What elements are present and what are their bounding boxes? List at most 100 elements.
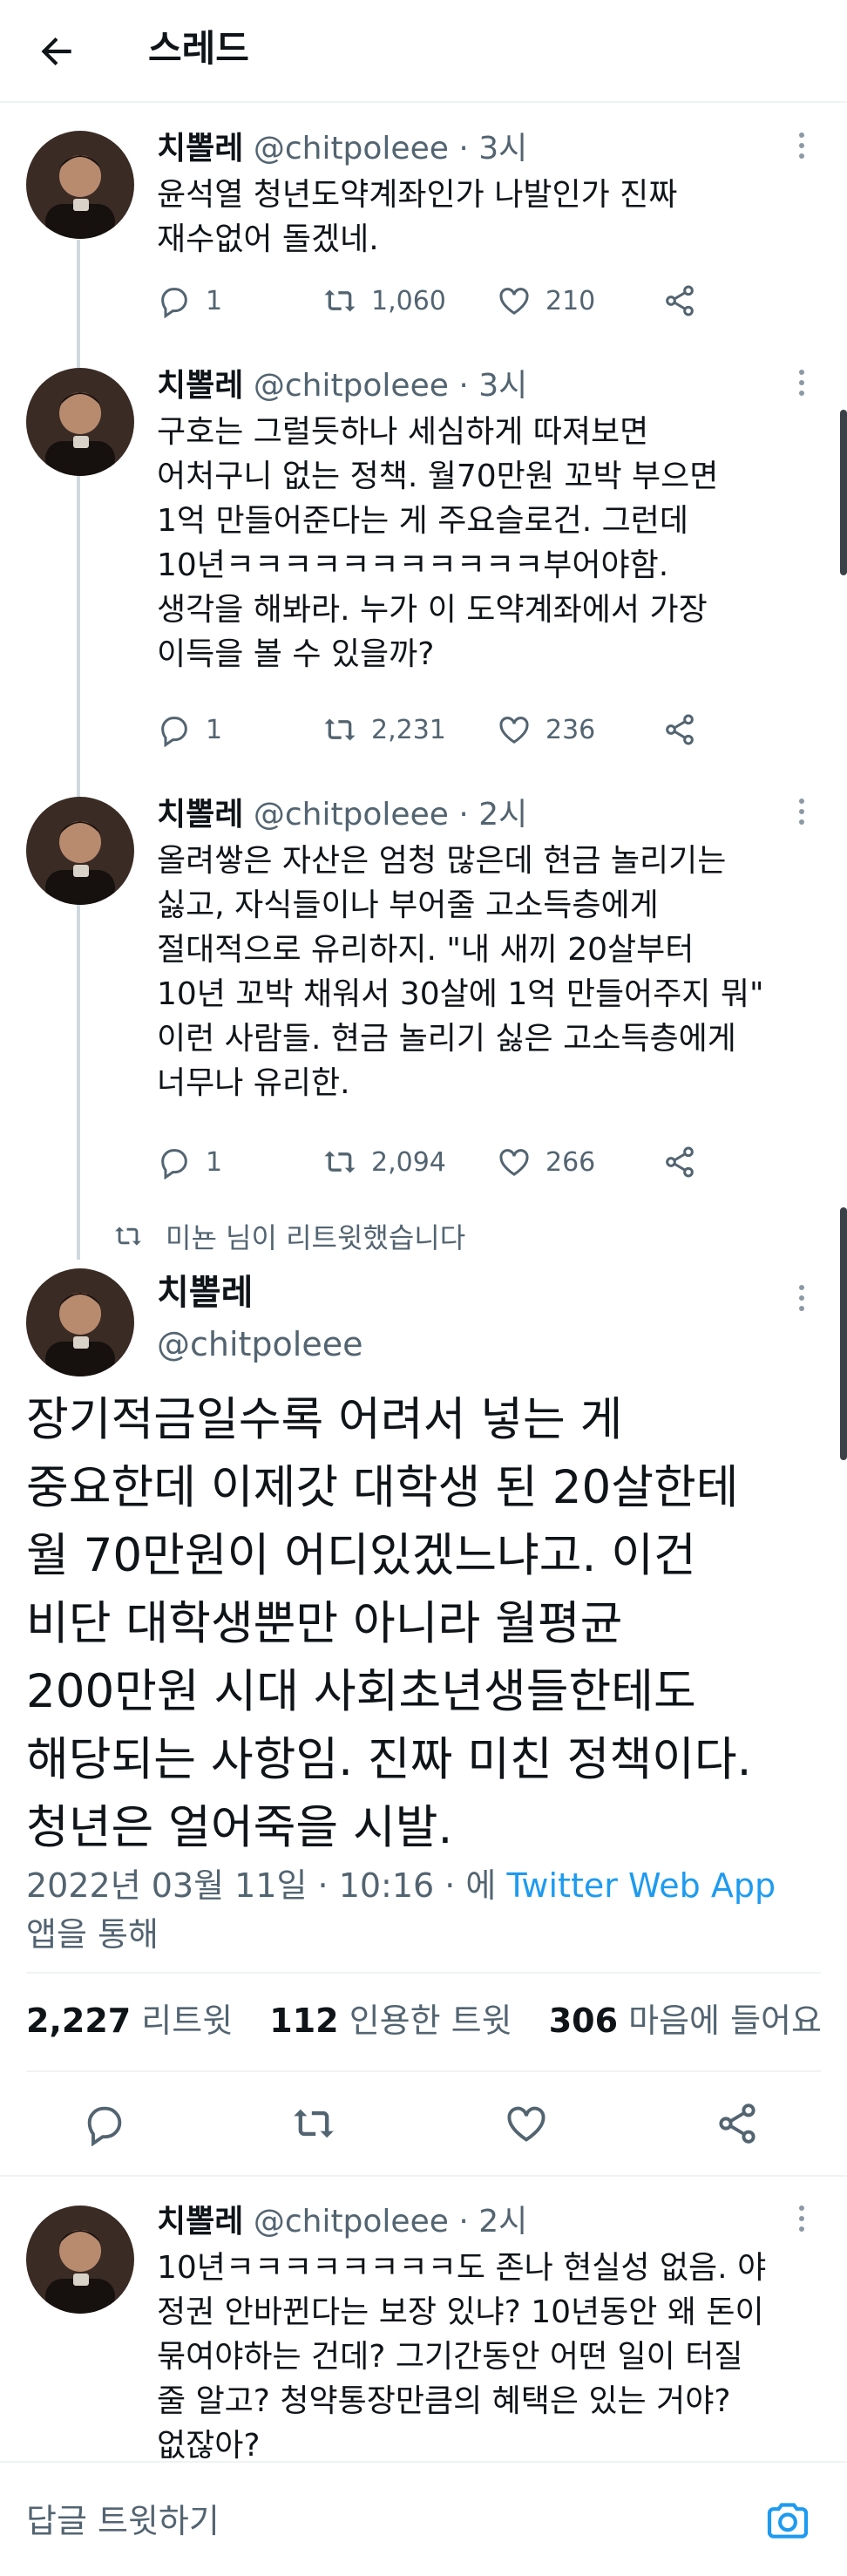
- retweeted-by-text: 미뇬 님이 리트윗했습니다: [166, 1221, 466, 1254]
- like-icon: [499, 288, 529, 315]
- tweet-time: · 3시: [458, 131, 528, 167]
- retweet-icon: [324, 1151, 356, 1173]
- more-icon[interactable]: [796, 1285, 807, 1315]
- more-icon[interactable]: [796, 2206, 807, 2235]
- like-count: 266: [545, 1146, 596, 1178]
- share-icon: [666, 714, 694, 745]
- retweet-icon: [115, 1227, 141, 1246]
- tweet-actions: 1 2,094 266: [157, 1140, 715, 1184]
- like-icon: [499, 1149, 529, 1176]
- share-icon[interactable]: [715, 2101, 760, 2146]
- like-count: 210: [545, 285, 596, 316]
- reply-button[interactable]: 1: [157, 279, 222, 323]
- tweet-header: 치뽈레 @chitpoleee · 2시: [157, 2200, 527, 2244]
- retweet-icon: [324, 718, 356, 741]
- reply-icon: [161, 717, 187, 747]
- tweet-time: · 2시: [458, 797, 528, 833]
- thread-line: [77, 240, 80, 370]
- author-handle[interactable]: @chitpoleee: [254, 131, 449, 167]
- retweet-button[interactable]: 2,094: [322, 1140, 446, 1184]
- quotes-stat[interactable]: 112 인용한 트윗: [269, 2002, 512, 2040]
- source-via: 앱을 통해: [26, 1915, 159, 1954]
- share-icon: [666, 1146, 694, 1178]
- retweet-count: 1,060: [371, 285, 446, 316]
- more-icon[interactable]: [796, 133, 807, 162]
- share-icon: [666, 285, 694, 316]
- reply-composer[interactable]: 답글 트윗하기: [0, 2461, 847, 2576]
- tweet-stats: 2,227 리트윗 112 인용한 트윗 306 마음에 들어요: [26, 1996, 822, 2045]
- like-button[interactable]: 236: [497, 708, 595, 751]
- retweet-count: 2,094: [371, 1146, 446, 1178]
- retweet-icon[interactable]: [291, 2101, 336, 2146]
- avatar[interactable]: [26, 797, 134, 905]
- retweet-icon: [324, 289, 356, 312]
- more-icon[interactable]: [796, 799, 807, 828]
- quotes-count: 112: [269, 2002, 339, 2040]
- reply-button[interactable]: 1: [157, 1140, 222, 1184]
- retweet-button[interactable]: 1,060: [322, 279, 446, 323]
- tweet-header: 치뽈레 @chitpoleee · 3시: [157, 127, 527, 171]
- reply-count: 1: [206, 714, 223, 745]
- more-icon[interactable]: [796, 370, 807, 399]
- scrollbar[interactable]: [840, 410, 847, 575]
- back-arrow-icon[interactable]: [35, 30, 78, 73]
- retweet-button[interactable]: 2,231: [322, 708, 446, 751]
- avatar[interactable]: [26, 131, 134, 239]
- author-handle[interactable]: @chitpoleee: [254, 797, 449, 833]
- reply-placeholder[interactable]: 답글 트윗하기: [26, 2498, 220, 2545]
- author-handle[interactable]: @chitpoleee: [254, 368, 449, 404]
- author-handle[interactable]: @chitpoleee: [254, 2204, 449, 2240]
- author-name[interactable]: 치뽈레: [157, 1268, 253, 1317]
- author-name[interactable]: 치뽈레: [157, 131, 243, 167]
- reply-icon: [161, 288, 187, 318]
- tweet-time: · 3시: [458, 368, 528, 404]
- reply-count: 1: [206, 285, 223, 316]
- author-name[interactable]: 치뽈레: [157, 2204, 243, 2240]
- tweet-text: 윤석열 청년도약계좌인가 나발인가 진짜 재수없어 돌겠네.: [157, 177, 678, 257]
- retweets-count: 2,227: [26, 2002, 132, 2040]
- top-bar: 스레드: [0, 0, 847, 103]
- divider: [26, 1972, 821, 1974]
- likes-label: 마음에 들어요: [628, 2002, 822, 2040]
- thread-line: [77, 885, 80, 1260]
- tweet-header: 치뽈레 @chitpoleee · 3시: [157, 364, 527, 408]
- tweet-meta: 2022년 03월 11일 · 10:16 · 에 Twitter Web Ap…: [26, 1861, 810, 1959]
- avatar[interactable]: [26, 368, 134, 476]
- thread-line: [77, 453, 80, 798]
- author-name[interactable]: 치뽈레: [157, 797, 243, 833]
- divider: [0, 2175, 847, 2177]
- source-app-link[interactable]: Twitter Web App: [507, 1866, 776, 1905]
- author-handle[interactable]: @chitpoleee: [157, 1321, 363, 1368]
- likes-stat[interactable]: 306 마음에 들어요: [549, 2002, 822, 2040]
- avatar[interactable]: [26, 1268, 134, 1376]
- like-icon: [499, 717, 529, 744]
- likes-count: 306: [548, 2002, 619, 2040]
- like-button[interactable]: 266: [497, 1140, 595, 1184]
- tweet-date: 2022년 03월 11일 · 10:16 · 에: [26, 1866, 497, 1905]
- divider: [26, 2070, 821, 2072]
- main-tweet-text: 장기적금일수록 어려서 넣는 게 중요한데 이제갓 대학생 된 20살한테 월 …: [26, 1393, 752, 1854]
- main-tweet-actions: [0, 2092, 847, 2153]
- tweet-text: 10년ㅋㅋㅋㅋㅋㅋㅋㅋ도 존나 현실성 없음. 야 정권 안바뀐다는 보장 있냐…: [157, 2250, 767, 2461]
- quotes-label: 인용한 트윗: [349, 2002, 512, 2040]
- tweet-text: 올려쌓은 자산은 엄청 많은데 현금 놀리기는 싫고, 자식들이나 부어줄 고소…: [157, 843, 764, 1101]
- share-button[interactable]: [662, 708, 711, 751]
- page-title: 스레드: [148, 27, 249, 70]
- retweet-count: 2,231: [371, 714, 446, 745]
- like-count: 236: [545, 714, 596, 745]
- camera-icon[interactable]: [763, 2496, 812, 2545]
- share-button[interactable]: [662, 1140, 711, 1184]
- reply-icon[interactable]: [82, 2101, 127, 2146]
- like-button[interactable]: 210: [497, 279, 595, 323]
- tweet-header: 치뽈레 @chitpoleee · 2시: [157, 793, 527, 837]
- author-name[interactable]: 치뽈레: [157, 368, 243, 404]
- avatar[interactable]: [26, 2206, 134, 2314]
- reply-count: 1: [206, 1146, 223, 1178]
- like-icon[interactable]: [504, 2101, 549, 2146]
- scrollbar[interactable]: [840, 1207, 847, 1460]
- share-button[interactable]: [662, 279, 711, 323]
- retweeted-by-note[interactable]: 미뇬 님이 리트윗했습니다: [113, 1216, 465, 1256]
- reply-button[interactable]: 1: [157, 708, 222, 751]
- retweets-stat[interactable]: 2,227 리트윗: [26, 2002, 233, 2040]
- reply-icon: [161, 1149, 187, 1179]
